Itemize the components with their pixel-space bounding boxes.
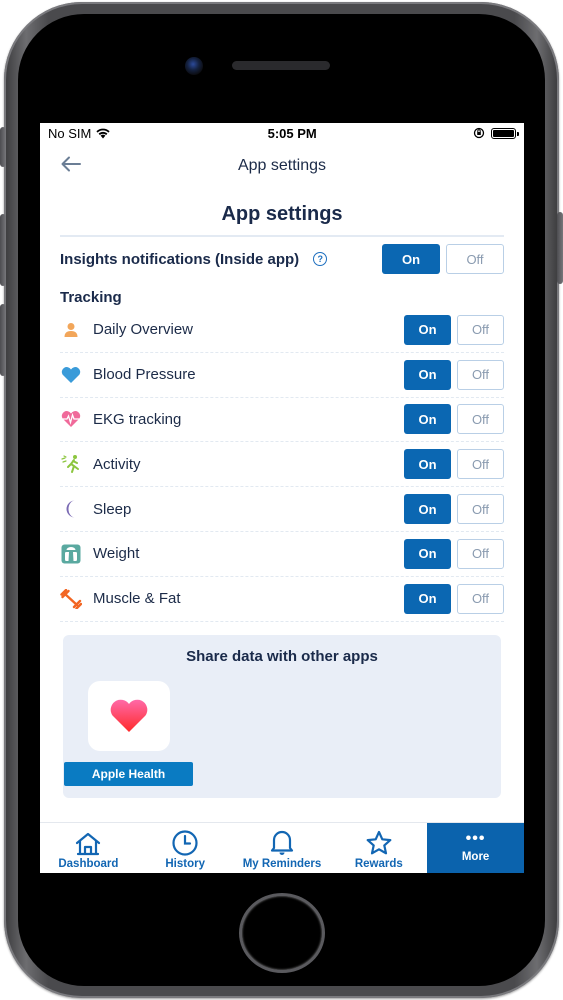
sleep-toggle: On Off xyxy=(404,494,504,525)
tracking-row-daily-overview: Daily Overview On Off xyxy=(60,308,504,353)
tracking-row-blood-pressure: Blood Pressure On Off xyxy=(60,353,504,398)
orientation-lock-icon xyxy=(473,127,485,139)
tab-label: Rewards xyxy=(354,858,403,870)
clock-icon xyxy=(172,830,198,856)
tab-label: More xyxy=(461,851,490,863)
weight-toggle: On Off xyxy=(404,538,504,569)
tab-history[interactable]: History xyxy=(137,823,234,873)
app-screen: No SIM 5:05 PM App settings App settings… xyxy=(40,123,524,873)
daily-overview-on-button[interactable]: On xyxy=(404,314,451,345)
activity-on-button[interactable]: On xyxy=(404,449,451,480)
tracking-section-label: Tracking xyxy=(60,289,122,306)
navigation-bar: App settings xyxy=(40,143,524,189)
tracking-label: Muscle & Fat xyxy=(93,590,181,608)
muscle-fat-on-button[interactable]: On xyxy=(404,583,451,614)
heart-pulse-icon xyxy=(60,408,82,430)
tracking-label: Sleep xyxy=(93,500,132,518)
volume-up-button xyxy=(0,214,6,286)
apple-health-heart-icon xyxy=(110,699,148,732)
tracking-label: EKG tracking xyxy=(93,410,182,428)
blood-pressure-on-button[interactable]: On xyxy=(404,359,451,390)
share-data-card: Share data with other apps Apple Health xyxy=(63,634,501,798)
activity-off-button[interactable]: Off xyxy=(457,449,504,480)
apple-health-button[interactable]: Apple Health xyxy=(64,761,193,786)
weight-on-button[interactable]: On xyxy=(404,538,451,569)
insights-off-button[interactable]: Off xyxy=(446,244,504,274)
sleep-off-button[interactable]: Off xyxy=(457,494,504,525)
tracking-label: Daily Overview xyxy=(93,321,194,339)
tracking-row-sleep: Sleep On Off xyxy=(60,487,504,532)
apple-health-tile[interactable] xyxy=(88,680,170,751)
tab-label: My Reminders xyxy=(242,858,322,870)
back-button[interactable] xyxy=(60,155,84,175)
insights-toggle: On Off xyxy=(382,244,504,274)
heart-icon xyxy=(60,364,82,386)
tab-label: History xyxy=(165,858,205,870)
daily-overview-off-button[interactable]: Off xyxy=(457,314,504,345)
more-dots-icon: ••• xyxy=(465,830,486,847)
share-data-title: Share data with other apps xyxy=(186,647,378,665)
tracking-label: Blood Pressure xyxy=(93,366,196,384)
bell-icon xyxy=(270,830,294,855)
blood-pressure-off-button[interactable]: Off xyxy=(457,359,504,390)
tracking-row-ekg: EKG tracking On Off xyxy=(60,398,504,443)
arrow-left-icon xyxy=(61,156,81,172)
tab-dashboard[interactable]: Dashboard xyxy=(40,823,137,873)
insights-notifications-row: Insights notifications (Inside app) ? On… xyxy=(40,239,524,279)
tracking-list: Daily Overview On Off Blood Pressure On … xyxy=(40,308,524,622)
page-title: App settings xyxy=(221,203,343,225)
tracking-row-activity: Activity On Off xyxy=(60,442,504,488)
ekg-on-button[interactable]: On xyxy=(404,404,451,435)
status-time: 5:05 PM xyxy=(267,125,317,141)
insights-notifications-label: Insights notifications (Inside app) xyxy=(60,250,300,268)
status-bar: No SIM 5:05 PM xyxy=(40,123,524,143)
daily-overview-toggle: On Off xyxy=(404,314,504,345)
tracking-row-weight: Weight On Off xyxy=(60,532,504,577)
home-button[interactable] xyxy=(239,893,325,973)
wifi-icon xyxy=(96,128,110,139)
home-icon xyxy=(76,832,101,856)
muscle-fat-off-button[interactable]: Off xyxy=(457,583,504,614)
dumbbell-icon xyxy=(60,588,82,610)
ekg-toggle: On Off xyxy=(404,404,504,435)
tab-rewards[interactable]: Rewards xyxy=(330,823,427,873)
insights-on-button[interactable]: On xyxy=(382,244,440,274)
nav-title: App settings xyxy=(237,157,327,174)
heading-divider xyxy=(60,235,504,237)
power-button xyxy=(557,212,563,284)
tracking-label: Activity xyxy=(93,455,141,473)
tab-label: Dashboard xyxy=(58,858,119,870)
volume-down-button xyxy=(0,304,6,376)
weight-off-button[interactable]: Off xyxy=(457,538,504,569)
sleep-on-button[interactable]: On xyxy=(404,494,451,525)
carrier-label: No SIM xyxy=(48,125,92,141)
earpiece-speaker xyxy=(232,61,330,70)
battery-icon xyxy=(490,127,519,139)
tab-my-reminders[interactable]: My Reminders xyxy=(234,823,331,873)
muscle-fat-toggle: On Off xyxy=(404,583,504,614)
ekg-off-button[interactable]: Off xyxy=(457,404,504,435)
blood-pressure-toggle: On Off xyxy=(404,359,504,390)
tracking-label: Weight xyxy=(93,545,140,563)
star-icon xyxy=(366,830,392,855)
running-icon xyxy=(60,453,82,475)
mute-switch xyxy=(0,127,6,167)
tab-more[interactable]: ••• More xyxy=(427,823,524,873)
moon-icon xyxy=(60,498,82,520)
front-camera xyxy=(185,57,203,75)
tracking-row-muscle-fat: Muscle & Fat On Off xyxy=(60,577,504,622)
person-icon xyxy=(60,319,82,341)
question-circle-icon[interactable]: ? xyxy=(313,252,328,266)
battery-fill xyxy=(492,129,514,137)
activity-toggle: On Off xyxy=(404,449,504,480)
scale-icon xyxy=(60,543,82,565)
bottom-tab-bar: Dashboard History My Reminders Rewards •… xyxy=(40,822,524,873)
